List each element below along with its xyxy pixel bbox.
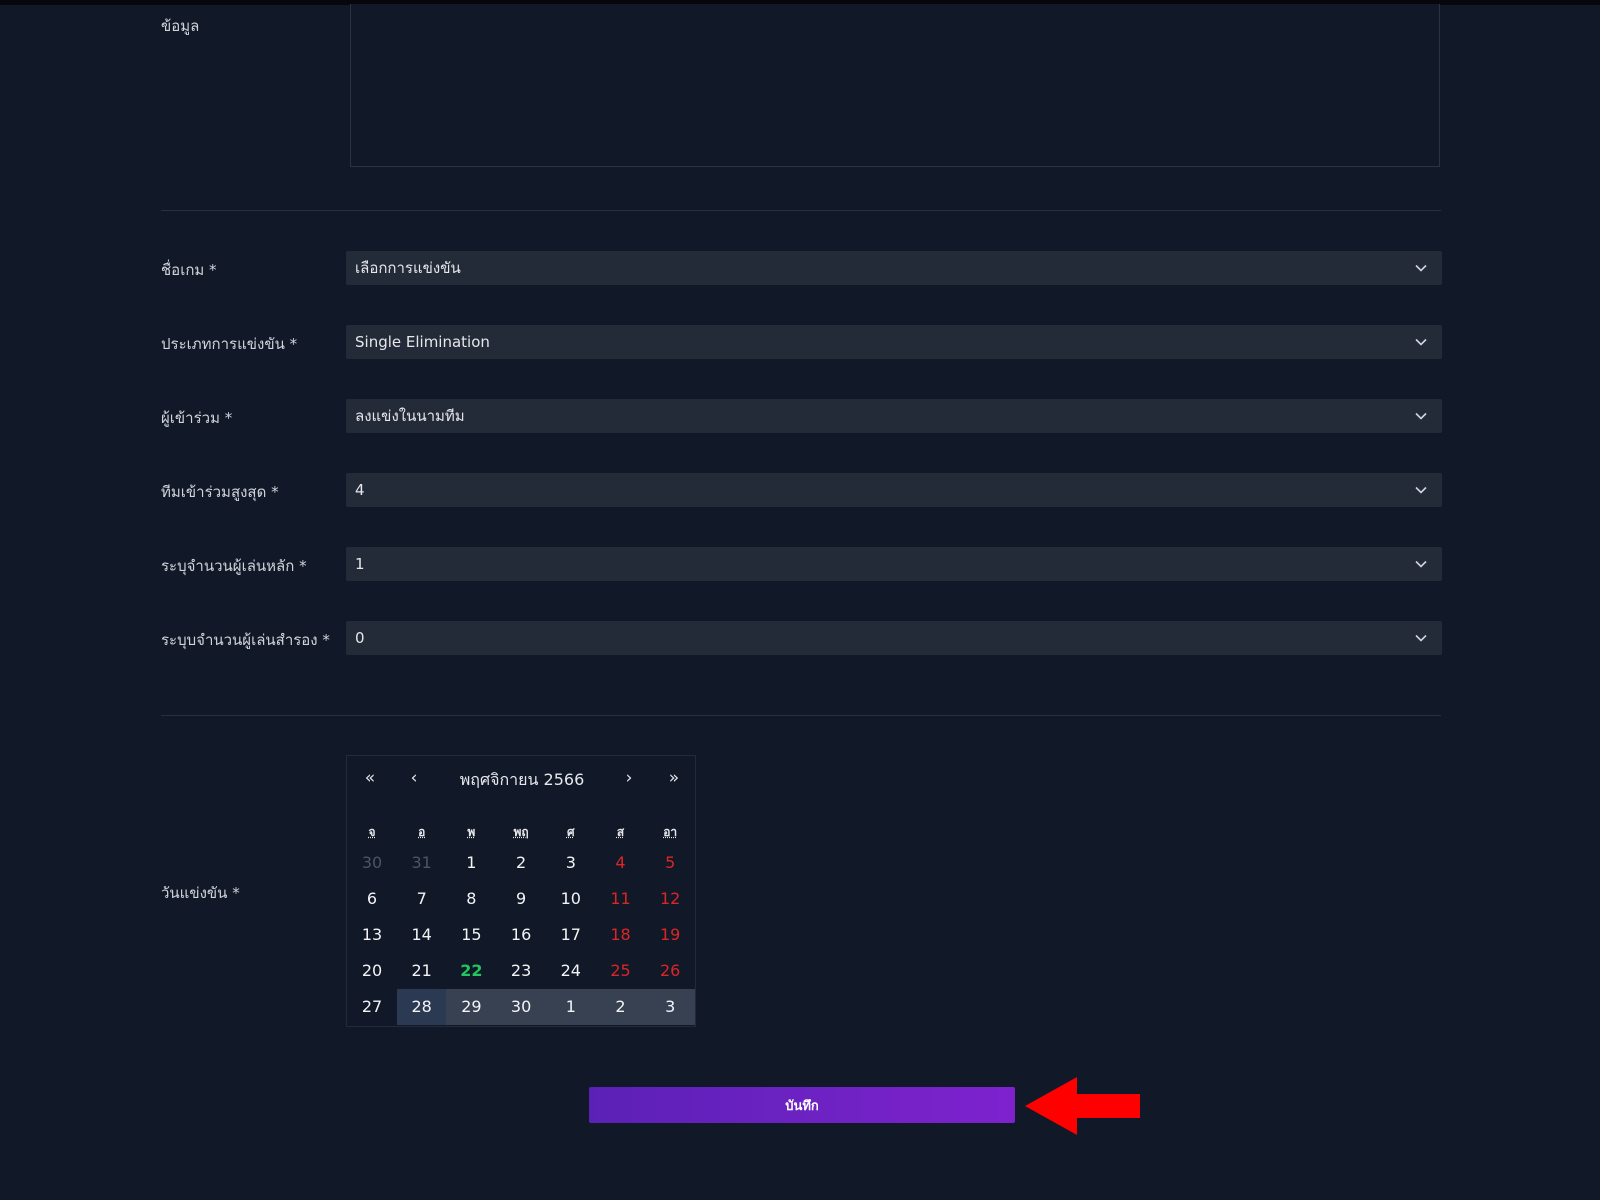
max-teams-label: ทีมเข้าร่วมสูงสุด * xyxy=(161,483,279,501)
calendar-day[interactable]: 26 xyxy=(645,953,695,989)
calendar-header: « ‹ พฤศจิกายน 2566 › » xyxy=(347,756,695,802)
calendar-day[interactable]: 11 xyxy=(596,881,646,917)
calendar-day-today[interactable]: 22 xyxy=(446,953,496,989)
participant-type-label: ผู้เข้าร่วม * xyxy=(161,409,233,427)
calendar-day[interactable]: 10 xyxy=(546,881,596,917)
calendar-day-in-range[interactable]: 30 xyxy=(496,989,547,1025)
calendar-day[interactable]: 21 xyxy=(397,953,447,989)
calendar-day-in-range[interactable]: 2 xyxy=(595,989,646,1025)
calendar-day[interactable]: 25 xyxy=(596,953,646,989)
next-month-button[interactable]: › xyxy=(617,768,641,788)
calendar-day[interactable]: 31 xyxy=(397,845,447,881)
weekday-thu: พฤ xyxy=(513,825,529,839)
chevron-down-icon xyxy=(1415,634,1427,642)
calendar-day-range-start[interactable]: 28 xyxy=(396,989,447,1025)
date-picker-calendar: « ‹ พฤศจิกายน 2566 › » จ อ พ พฤ ศ ส อา 3… xyxy=(346,755,696,1027)
calendar-day[interactable]: 16 xyxy=(496,917,546,953)
calendar-day[interactable]: 7 xyxy=(397,881,447,917)
substitute-players-select[interactable]: 0 xyxy=(346,621,1442,655)
competition-date-label: วันแข่งขัน * xyxy=(161,884,240,902)
calendar-day[interactable]: 19 xyxy=(645,917,695,953)
calendar-day-in-range[interactable]: 29 xyxy=(446,989,497,1025)
info-label: ข้อมูล xyxy=(161,17,200,35)
calendar-day[interactable]: 1 xyxy=(446,845,496,881)
chevron-down-icon xyxy=(1415,338,1427,346)
calendar-day[interactable]: 3 xyxy=(546,845,596,881)
calendar-day[interactable]: 4 xyxy=(596,845,646,881)
calendar-day[interactable]: 13 xyxy=(347,917,397,953)
chevron-down-icon xyxy=(1415,486,1427,494)
participant-type-value: ลงแข่งในนามทีม xyxy=(355,407,465,425)
next-year-button[interactable]: » xyxy=(662,768,686,788)
calendar-day[interactable]: 27 xyxy=(347,989,397,1025)
calendar-day[interactable]: 23 xyxy=(496,953,546,989)
substitute-players-label: ระบุบจำนวนผู้เล่นสำรอง * xyxy=(161,631,330,649)
calendar-day[interactable]: 30 xyxy=(347,845,397,881)
main-players-label: ระบุจำนวนผู้เล่นหลัก * xyxy=(161,557,307,575)
weekday-sat: ส xyxy=(616,825,625,839)
calendar-day-range-end[interactable]: 3 xyxy=(645,989,696,1025)
weekday-tue: อ xyxy=(418,825,426,839)
calendar-day[interactable]: 9 xyxy=(496,881,546,917)
calendar-day[interactable]: 2 xyxy=(496,845,546,881)
competition-type-label: ประเภทการแข่งขัน * xyxy=(161,335,298,353)
weekday-sun: อา xyxy=(663,825,678,839)
calendar-day[interactable]: 20 xyxy=(347,953,397,989)
competition-type-value: Single Elimination xyxy=(355,333,490,351)
chevron-down-icon xyxy=(1415,560,1427,568)
game-name-label: ชื่อเกม * xyxy=(161,261,217,279)
max-teams-select[interactable]: 4 xyxy=(346,473,1442,507)
calendar-day[interactable]: 5 xyxy=(645,845,695,881)
divider xyxy=(161,715,1441,716)
weekday-fri: ศ xyxy=(566,825,575,839)
calendar-day[interactable]: 12 xyxy=(645,881,695,917)
calendar-day[interactable]: 6 xyxy=(347,881,397,917)
chevron-down-icon xyxy=(1415,264,1427,272)
game-name-value: เลือกการแข่งขัน xyxy=(355,259,461,277)
calendar-month-title[interactable]: พฤศจิกายน 2566 xyxy=(427,768,617,793)
save-button[interactable]: บันทึก xyxy=(589,1087,1015,1123)
calendar-day[interactable]: 24 xyxy=(546,953,596,989)
divider xyxy=(161,210,1441,211)
max-teams-value: 4 xyxy=(355,481,365,499)
main-players-value: 1 xyxy=(355,555,365,573)
substitute-players-value: 0 xyxy=(355,629,365,647)
calendar-day[interactable]: 18 xyxy=(596,917,646,953)
main-players-select[interactable]: 1 xyxy=(346,547,1442,581)
info-textarea[interactable] xyxy=(350,4,1440,167)
arrow-left-icon xyxy=(1025,1077,1140,1135)
prev-year-button[interactable]: « xyxy=(358,768,382,788)
prev-month-button[interactable]: ‹ xyxy=(402,768,426,788)
competition-type-select[interactable]: Single Elimination xyxy=(346,325,1442,359)
game-name-select[interactable]: เลือกการแข่งขัน xyxy=(346,251,1442,285)
weekday-mon: จ xyxy=(368,825,376,839)
chevron-down-icon xyxy=(1415,412,1427,420)
participant-type-select[interactable]: ลงแข่งในนามทีม xyxy=(346,399,1442,433)
calendar-day[interactable]: 14 xyxy=(397,917,447,953)
calendar-day[interactable]: 15 xyxy=(446,917,496,953)
calendar-day[interactable]: 8 xyxy=(446,881,496,917)
calendar-day[interactable]: 17 xyxy=(546,917,596,953)
calendar-day-in-range[interactable]: 1 xyxy=(545,989,596,1025)
weekday-wed: พ xyxy=(467,825,476,839)
